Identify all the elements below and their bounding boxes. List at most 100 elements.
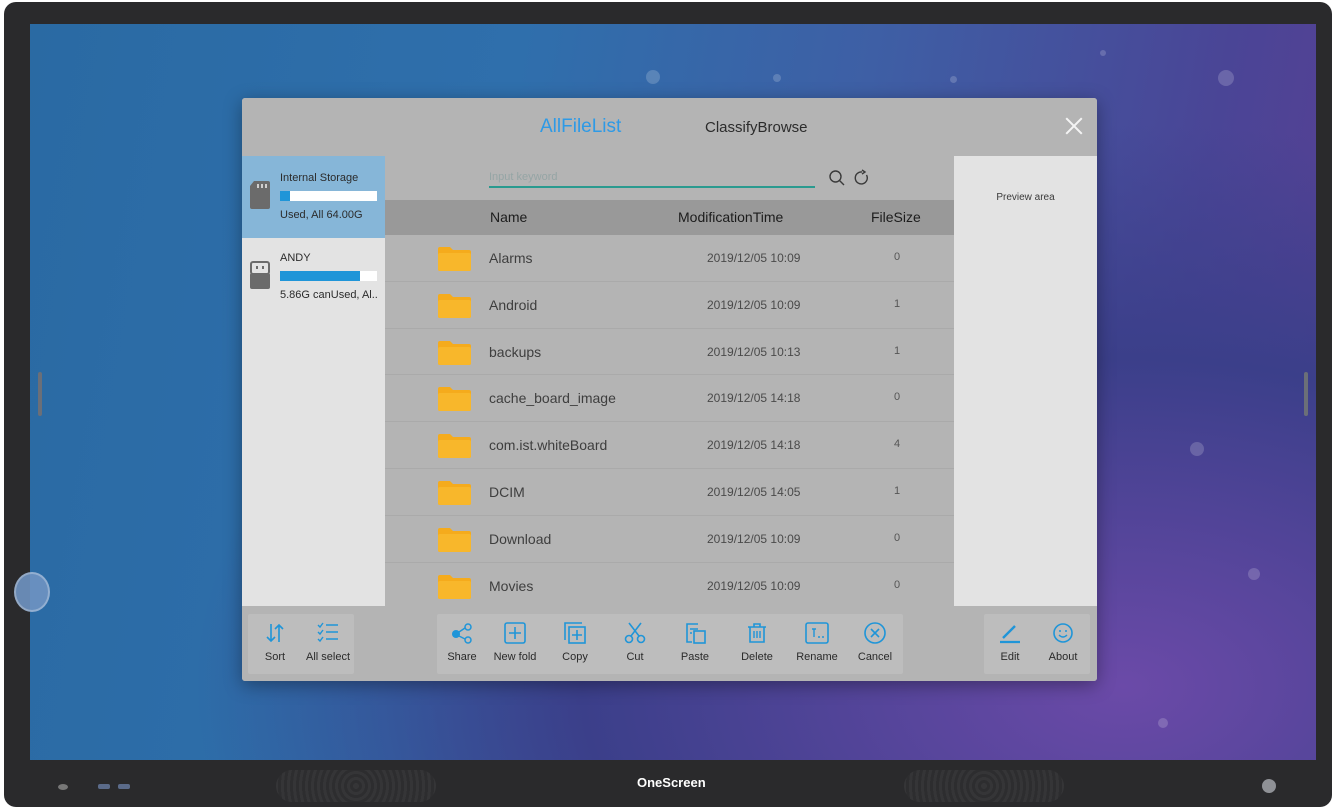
- folder-icon: [438, 434, 471, 459]
- new-folder-label: New fold: [493, 651, 537, 663]
- file-modification-time: 2019/12/05 10:09: [707, 578, 801, 593]
- cancel-button[interactable]: Cancel: [851, 614, 899, 674]
- toolbar-group-selection: Sort All select: [248, 614, 354, 674]
- file-modification-time: 2019/12/05 10:13: [707, 344, 801, 359]
- copy-button[interactable]: Copy: [553, 614, 597, 674]
- cut-button[interactable]: Cut: [613, 614, 657, 674]
- trash-icon: [748, 623, 766, 643]
- drive-name: ANDY: [280, 252, 311, 264]
- share-label: Share: [447, 651, 477, 663]
- file-modification-time: 2019/12/05 10:09: [707, 531, 801, 546]
- bottom-toolbar: Sort All select Share New fold Copy Cut …: [242, 606, 1097, 681]
- drive-name: Internal Storage: [280, 172, 359, 184]
- file-name: com.ist.whiteBoard: [489, 437, 608, 454]
- file-row[interactable]: com.ist.whiteBoard 2019/12/05 14:18 4: [385, 422, 954, 469]
- file-size: 4: [894, 438, 901, 451]
- floating-assist-ball[interactable]: [14, 572, 50, 612]
- drive-usage-bar-fill: [280, 271, 360, 281]
- sort-icon: [266, 623, 284, 643]
- paste-button[interactable]: Paste: [673, 614, 717, 674]
- sensor-dot: [58, 784, 68, 790]
- search-icon[interactable]: [828, 169, 846, 187]
- refresh-icon[interactable]: [853, 169, 871, 187]
- file-name: Android: [489, 296, 538, 313]
- drive-list-panel: Internal Storage Used, All 64.00G ANDY 5…: [242, 156, 385, 606]
- power-button[interactable]: [1262, 779, 1276, 793]
- wallpaper-bokeh: [773, 74, 781, 82]
- column-header-name[interactable]: Name: [490, 209, 527, 225]
- preview-area-label: Preview area: [996, 192, 1055, 203]
- file-row[interactable]: Alarms 2019/12/05 10:09 0: [385, 235, 954, 282]
- file-name: backups: [489, 343, 542, 360]
- wallpaper-bokeh: [950, 76, 957, 83]
- file-modification-time: 2019/12/05 10:09: [707, 297, 801, 312]
- sd-card-icon: [250, 181, 270, 209]
- sort-button[interactable]: Sort: [248, 614, 302, 674]
- preview-panel: Preview area: [954, 156, 1097, 606]
- drive-item-internal-storage[interactable]: Internal Storage Used, All 64.00G: [242, 156, 385, 238]
- file-row[interactable]: cache_board_image 2019/12/05 14:18 0: [385, 375, 954, 423]
- file-row[interactable]: backups 2019/12/05 10:13 1: [385, 329, 954, 376]
- edit-button[interactable]: Edit: [984, 614, 1036, 674]
- usb-drive-icon: [250, 261, 270, 289]
- wallpaper-bokeh: [1158, 718, 1168, 728]
- file-size: 0: [894, 531, 901, 544]
- rename-button[interactable]: Rename: [791, 614, 843, 674]
- folder-icon: [438, 247, 471, 271]
- drive-usage-bar-fill: [280, 191, 290, 201]
- file-name: DCIM: [489, 483, 525, 500]
- file-row[interactable]: Download 2019/12/05 10:09 0: [385, 516, 954, 563]
- new-folder-button[interactable]: New fold: [491, 614, 539, 674]
- edit-label: Edit: [1000, 651, 1020, 663]
- file-list-area: Name ModificationTime FileSize Alarms 20…: [385, 156, 954, 606]
- share-icon: [452, 623, 472, 644]
- about-label: About: [1048, 651, 1078, 663]
- tab-classify-browse[interactable]: ClassifyBrowse: [705, 119, 808, 136]
- drive-usage-text: Used, All 64.00G: [280, 209, 363, 221]
- usb-port: [118, 784, 130, 789]
- cancel-icon: [864, 622, 886, 644]
- tab-all-file-list[interactable]: AllFileList: [540, 116, 621, 138]
- file-manager-dialog: AllFileList ClassifyBrowse Internal Stor…: [242, 98, 1097, 681]
- file-modification-time: 2019/12/05 14:18: [707, 391, 801, 406]
- toolbar-group-file-actions: Share New fold Copy Cut Paste Delete Ren…: [437, 614, 903, 674]
- file-modification-time: 2019/12/05 10:09: [707, 251, 801, 265]
- drive-usage-bar: [280, 191, 377, 201]
- close-icon[interactable]: [1062, 114, 1086, 138]
- right-speaker-grille: [904, 770, 1064, 802]
- search-bar: [385, 156, 954, 200]
- left-side-handle[interactable]: [38, 372, 42, 416]
- smiley-icon: [1053, 623, 1073, 643]
- scissors-icon: [624, 622, 646, 644]
- about-button[interactable]: About: [1036, 614, 1090, 674]
- column-header-modification-time[interactable]: ModificationTime: [678, 209, 783, 225]
- folder-icon: [438, 527, 471, 552]
- file-size: 1: [894, 297, 901, 310]
- all-select-button[interactable]: All select: [302, 614, 354, 674]
- file-size: 1: [894, 344, 901, 357]
- drive-item-andy[interactable]: ANDY 5.86G canUsed, Al..: [242, 238, 385, 320]
- right-side-handle[interactable]: [1304, 372, 1308, 416]
- file-name: Download: [489, 530, 552, 547]
- sort-label: Sort: [264, 651, 286, 663]
- file-row[interactable]: Movies 2019/12/05 10:09 0: [385, 563, 954, 606]
- folder-icon: [438, 340, 471, 365]
- column-header-file-size[interactable]: FileSize: [871, 209, 921, 225]
- file-size: 0: [894, 251, 901, 263]
- file-row[interactable]: DCIM 2019/12/05 14:05 1: [385, 469, 954, 516]
- brand-logo: OneScreen: [637, 775, 706, 790]
- file-size: 0: [894, 391, 901, 404]
- search-input[interactable]: [489, 168, 815, 188]
- file-list-header: Name ModificationTime FileSize: [385, 200, 954, 235]
- drive-usage-bar: [280, 271, 377, 281]
- bezel-bottom-strip: OneScreen: [4, 765, 1332, 807]
- file-row[interactable]: Android 2019/12/05 10:09 1: [385, 282, 954, 329]
- wallpaper-bokeh: [646, 70, 660, 84]
- left-speaker-grille: [276, 770, 436, 802]
- share-button[interactable]: Share: [441, 614, 483, 674]
- wallpaper-bokeh: [1248, 568, 1260, 580]
- folder-icon: [438, 293, 471, 318]
- file-modification-time: 2019/12/05 14:05: [707, 484, 801, 499]
- rename-label: Rename: [796, 651, 838, 663]
- delete-button[interactable]: Delete: [733, 614, 781, 674]
